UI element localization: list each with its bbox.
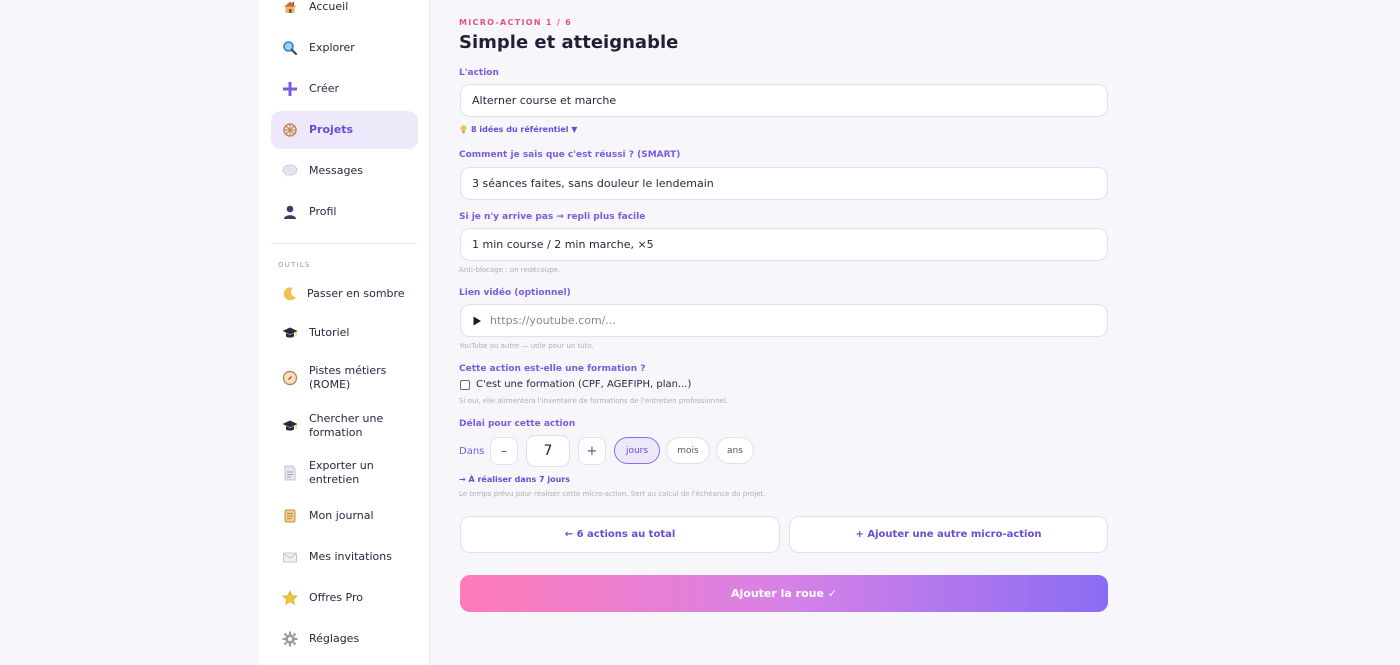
step-eyebrow: MICRO-ACTION 1 / 6 xyxy=(459,18,573,27)
sidebar-item-creer[interactable]: Créer xyxy=(271,70,418,108)
increment-button[interactable]: + xyxy=(578,437,606,465)
smart-label: Comment je sais que c'est réussi ? (SMAR… xyxy=(459,150,681,160)
sidebar-item-chercher-formation[interactable]: Chercher une formation xyxy=(271,405,418,447)
smart-input[interactable]: 3 séances faites, sans douleur le lendem… xyxy=(460,167,1108,200)
person-icon xyxy=(282,204,298,220)
sidebar-item-label: Pistes métiers (ROME) xyxy=(309,364,387,391)
sidebar-item-tutoriel[interactable]: Tutoriel xyxy=(271,314,418,352)
unit-months-pill[interactable]: mois xyxy=(666,437,710,464)
deadline-summary: → À réaliser dans 7 jours xyxy=(459,475,570,484)
sidebar-item-label: Mon journal xyxy=(309,509,374,522)
sidebar-item-exporter-entretien[interactable]: Exporter un entretien xyxy=(271,452,418,494)
ideas-link-label: 8 idées du référentiel ▼ xyxy=(471,125,578,134)
delay-value-input[interactable]: 7 xyxy=(526,435,570,467)
unit-days-pill[interactable]: jours xyxy=(614,437,660,464)
delay-prefix: Dans xyxy=(459,446,485,457)
play-icon xyxy=(472,316,482,326)
sidebar-item-projets[interactable]: Projets xyxy=(271,111,418,149)
lightbulb-icon xyxy=(460,125,467,134)
add-micro-action-button[interactable]: + Ajouter une autre micro-action xyxy=(789,516,1108,553)
sidebar-item-profil[interactable]: Profil xyxy=(271,193,418,231)
total-actions-button[interactable]: ← 6 actions au total xyxy=(460,516,780,553)
fallback-label: Si je n'y arrive pas → repli plus facile xyxy=(459,212,646,222)
sidebar-item-label: Accueil xyxy=(309,0,349,13)
moon-icon xyxy=(282,286,298,302)
graduation-cap-icon xyxy=(282,325,298,341)
magnifier-icon xyxy=(282,40,298,56)
deadline-hint: Le temps prévu pour réaliser cette micro… xyxy=(459,490,766,498)
star-icon xyxy=(282,590,298,606)
video-url-input[interactable]: https://youtube.com/... xyxy=(460,304,1108,337)
house-icon xyxy=(282,0,298,15)
sidebar-item-explorer[interactable]: Explorer xyxy=(271,29,418,67)
ideas-link[interactable]: 8 idées du référentiel ▼ xyxy=(460,125,577,134)
training-checkbox-row[interactable]: C'est une formation (CPF, AGEFIPH, plan.… xyxy=(460,379,691,390)
unit-years-pill[interactable]: ans xyxy=(716,437,754,464)
sidebar-item-mon-journal[interactable]: Mon journal xyxy=(271,497,418,535)
sidebar-item-label: Tutoriel xyxy=(309,326,350,339)
action-input[interactable]: Alterner course et marche xyxy=(460,84,1108,117)
sidebar-item-label: Messages xyxy=(309,164,363,177)
training-label: Cette action est-elle une formation ? xyxy=(459,364,646,374)
sidebar-item-label: Projets xyxy=(309,123,354,136)
speech-bubble-icon xyxy=(282,163,298,179)
sidebar-item-accueil[interactable]: Accueil xyxy=(271,0,418,26)
sidebar: Accueil Explorer Créer Projets Messages … xyxy=(258,0,430,665)
wheel-icon xyxy=(282,122,298,138)
sidebar-item-label: Exporter un entretien xyxy=(309,459,374,486)
decrement-button[interactable]: – xyxy=(490,437,518,465)
graduation-cap-icon xyxy=(282,418,298,434)
training-hint: Si oui, elle alimentera l'inventaire de … xyxy=(459,397,728,405)
page-title: Simple et atteignable xyxy=(459,32,679,53)
video-url-placeholder: https://youtube.com/... xyxy=(490,314,616,327)
sidebar-item-messages[interactable]: Messages xyxy=(271,152,418,190)
sidebar-item-mes-invitations[interactable]: Mes invitations xyxy=(271,538,418,576)
envelope-icon xyxy=(282,549,298,565)
delay-label: Délai pour cette action xyxy=(459,419,576,429)
sidebar-item-label: Mes invitations xyxy=(309,550,392,563)
compass-icon xyxy=(282,370,298,386)
sidebar-item-label: Réglages xyxy=(309,632,360,645)
sidebar-item-offres-pro[interactable]: Offres Pro xyxy=(271,579,418,617)
sidebar-item-label: Explorer xyxy=(309,41,355,54)
video-hint: YouTube ou autre — utile pour un tuto. xyxy=(459,342,594,350)
sidebar-item-label: Chercher une formation xyxy=(309,412,384,439)
document-icon xyxy=(282,465,298,481)
sidebar-item-label: Passer en sombre xyxy=(307,287,405,300)
gear-icon xyxy=(282,631,298,647)
fallback-input[interactable]: 1 min course / 2 min marche, ×5 xyxy=(460,228,1108,261)
sidebar-item-label: Créer xyxy=(309,82,340,95)
scroll-icon xyxy=(282,508,298,524)
action-label: L'action xyxy=(459,68,499,78)
sidebar-item-reglages[interactable]: Réglages xyxy=(271,620,418,658)
fallback-hint: Anti-blocage : on redécoupe. xyxy=(459,266,561,274)
sidebar-item-pistes-metiers[interactable]: Pistes métiers (ROME) xyxy=(271,357,418,399)
training-checkbox-label: C'est une formation (CPF, AGEFIPH, plan.… xyxy=(476,379,692,390)
plus-icon xyxy=(282,81,298,97)
add-wheel-button[interactable]: Ajouter la roue ✓ xyxy=(460,575,1108,612)
training-checkbox[interactable] xyxy=(460,379,470,390)
sidebar-item-label: Offres Pro xyxy=(309,591,363,604)
sidebar-divider xyxy=(271,243,418,244)
sidebar-item-label: Profil xyxy=(309,205,337,218)
video-label: Lien vidéo (optionnel) xyxy=(459,288,571,298)
tools-section-title: OUTILS xyxy=(278,261,311,269)
sidebar-item-dark-mode[interactable]: Passer en sombre xyxy=(271,275,418,313)
